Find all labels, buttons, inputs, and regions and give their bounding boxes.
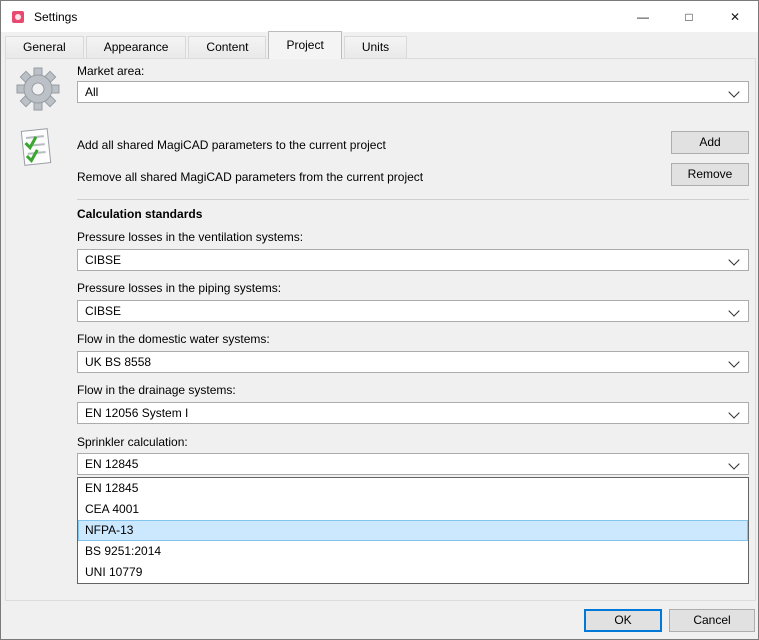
drainage-standard-select[interactable]: EN 12056 System I <box>77 402 749 424</box>
chevron-down-icon <box>728 305 739 316</box>
add-parameters-text: Add all shared MagiCAD parameters to the… <box>77 138 386 152</box>
dropdown-option[interactable]: CEA 4001 <box>78 499 748 520</box>
checklist-icon <box>14 125 58 172</box>
title-bar: Settings — □ ✕ <box>1 1 758 32</box>
app-icon <box>10 9 26 25</box>
gear-icon <box>14 65 62 116</box>
dropdown-option[interactable]: EN 12845 <box>78 478 748 499</box>
chevron-down-icon <box>728 86 739 97</box>
ventilation-standard-label: Pressure losses in the ventilation syste… <box>77 230 303 244</box>
chevron-down-icon <box>728 407 739 418</box>
window-title: Settings <box>34 10 77 24</box>
minimize-icon[interactable]: — <box>620 1 666 32</box>
dropdown-option[interactable]: BS 9251:2014 <box>78 541 748 562</box>
add-button[interactable]: Add <box>671 131 749 154</box>
close-icon[interactable]: ✕ <box>712 1 758 32</box>
chevron-down-icon <box>728 458 739 469</box>
window-controls: — □ ✕ <box>620 1 758 32</box>
ventilation-standard-select[interactable]: CIBSE <box>77 249 749 271</box>
tab-appearance[interactable]: Appearance <box>86 36 187 58</box>
calculation-standards-heading: Calculation standards <box>77 207 202 221</box>
dropdown-option[interactable]: UNI 10779 <box>78 562 748 583</box>
sprinkler-calculation-label: Sprinkler calculation: <box>77 435 188 449</box>
chevron-down-icon <box>728 254 739 265</box>
piping-standard-select[interactable]: CIBSE <box>77 300 749 322</box>
domestic-water-label: Flow in the domestic water systems: <box>77 332 270 346</box>
ventilation-standard-value: CIBSE <box>85 253 121 267</box>
domestic-water-select[interactable]: UK BS 8558 <box>77 351 749 373</box>
sprinkler-calculation-value: EN 12845 <box>85 457 138 471</box>
sprinkler-dropdown-list: EN 12845 CEA 4001 NFPA-13 BS 9251:2014 U… <box>77 477 749 584</box>
tab-project[interactable]: Project <box>268 31 341 59</box>
drainage-standard-label: Flow in the drainage systems: <box>77 383 236 397</box>
piping-standard-label: Pressure losses in the piping systems: <box>77 281 281 295</box>
settings-window: Settings — □ ✕ General Appearance Conten… <box>0 0 759 640</box>
tab-content[interactable]: Content <box>188 36 266 58</box>
piping-standard-value: CIBSE <box>85 304 121 318</box>
remove-parameters-text: Remove all shared MagiCAD parameters fro… <box>77 170 423 184</box>
tab-units[interactable]: Units <box>344 36 407 58</box>
market-area-select[interactable]: All <box>77 81 749 103</box>
cancel-button[interactable]: Cancel <box>669 609 755 632</box>
remove-button[interactable]: Remove <box>671 163 749 186</box>
chevron-down-icon <box>728 356 739 367</box>
ok-button[interactable]: OK <box>584 609 662 632</box>
domestic-water-value: UK BS 8558 <box>85 355 151 369</box>
sprinkler-calculation-select[interactable]: EN 12845 <box>77 453 749 475</box>
tab-strip: General Appearance Content Project Units <box>5 32 409 58</box>
section-divider <box>77 199 749 200</box>
dropdown-option-selected[interactable]: NFPA-13 <box>78 520 748 541</box>
tab-general[interactable]: General <box>5 36 84 58</box>
drainage-standard-value: EN 12056 System I <box>85 406 188 420</box>
market-area-label: Market area: <box>77 64 144 78</box>
project-tab-panel: Market area: All Add all shared MagiCAD … <box>5 58 756 601</box>
market-area-value: All <box>85 85 98 99</box>
maximize-icon[interactable]: □ <box>666 1 712 32</box>
